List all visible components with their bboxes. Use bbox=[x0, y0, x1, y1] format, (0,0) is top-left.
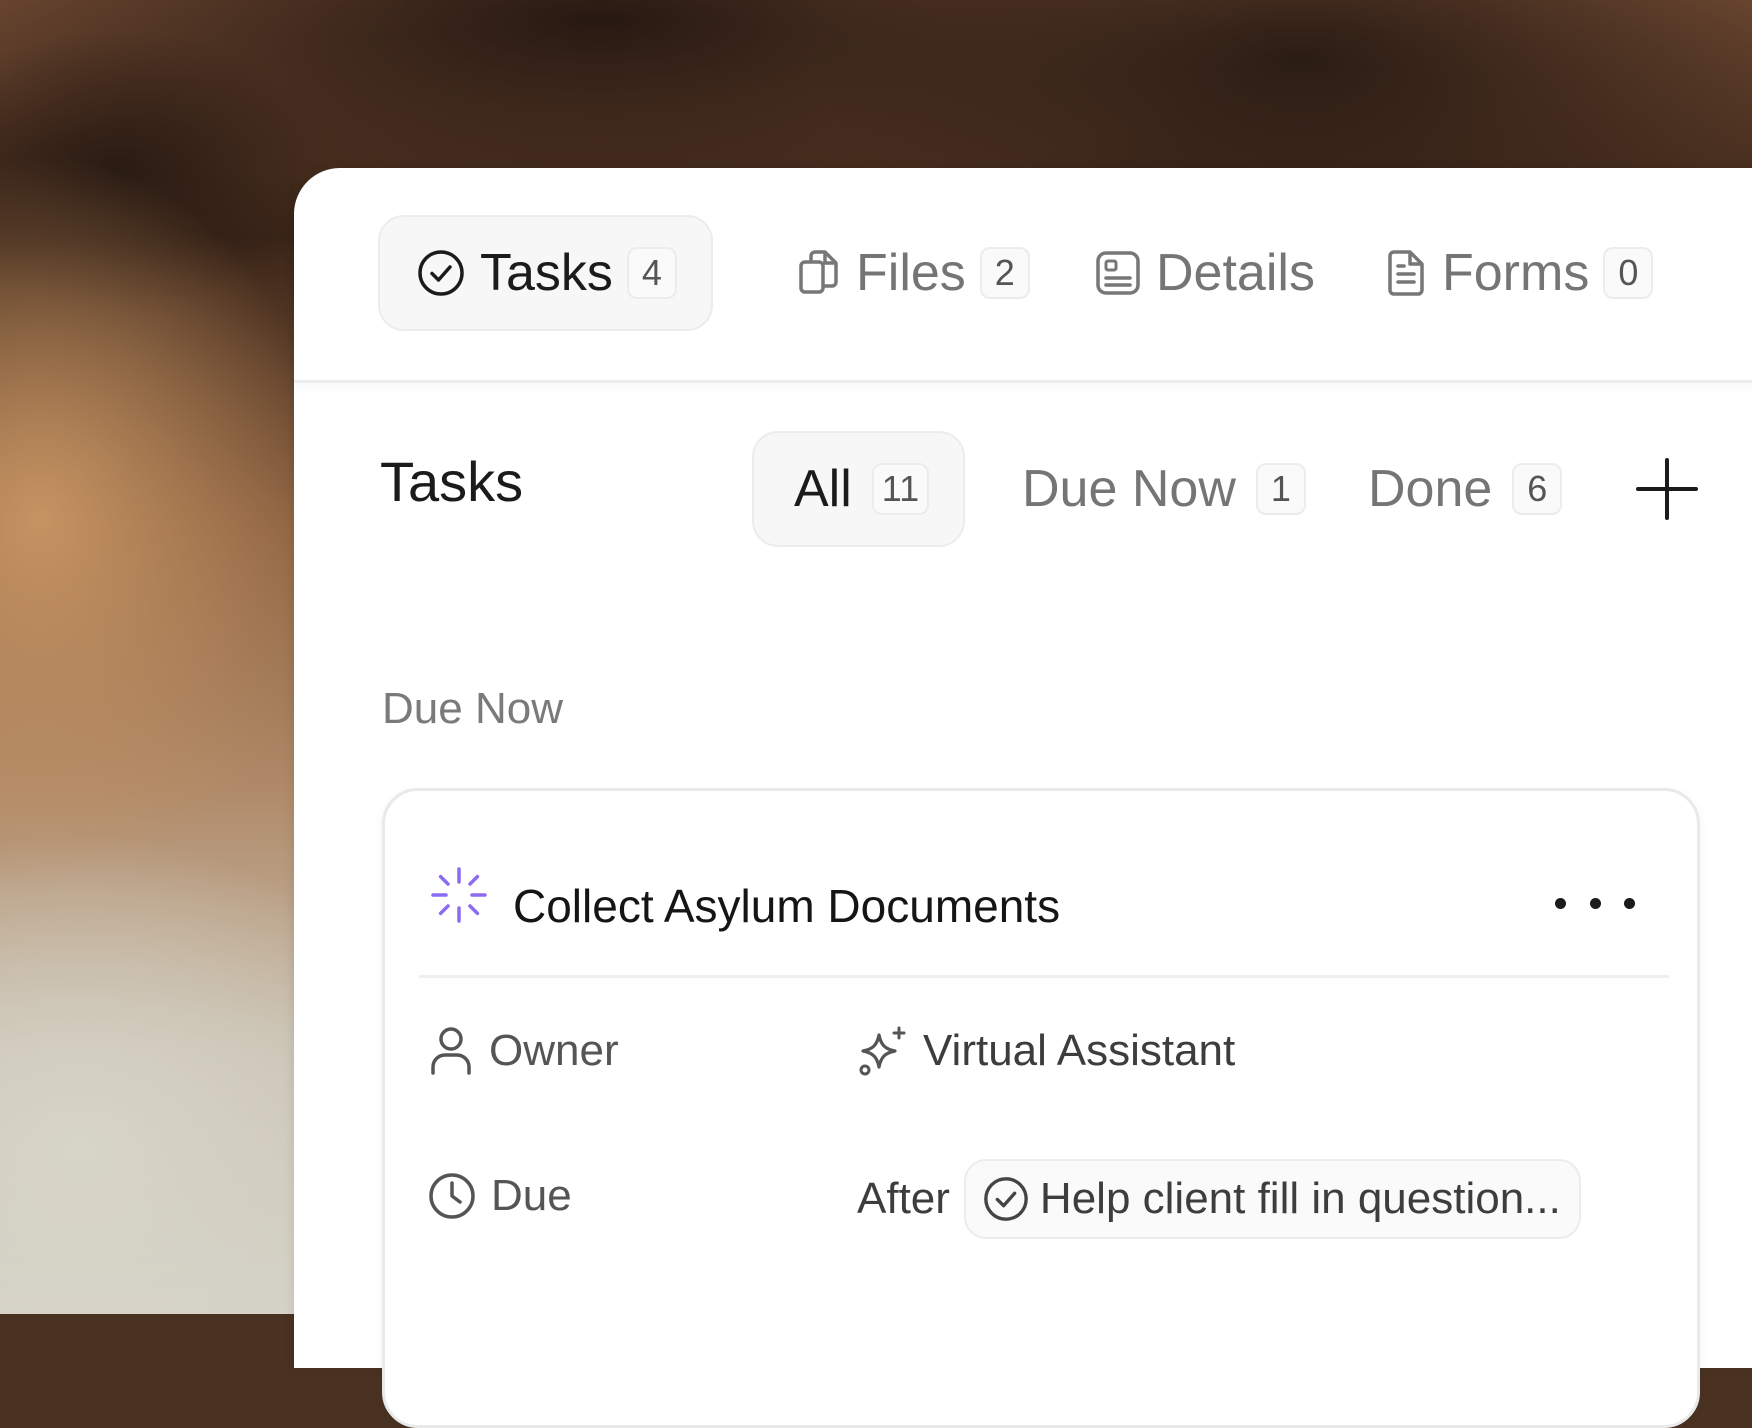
tab-details[interactable]: Details bbox=[1094, 215, 1315, 331]
dependency-task-name: Help client fill in question... bbox=[1039, 1174, 1561, 1223]
document-icon bbox=[1384, 248, 1428, 298]
filter-done[interactable]: Done 6 bbox=[1368, 431, 1563, 547]
owner-label: Owner bbox=[489, 1026, 619, 1075]
tasks-heading: Tasks bbox=[380, 450, 524, 513]
menu-dot bbox=[1624, 897, 1635, 909]
task-panel: Tasks 4 Files 2 Details Forms 0 Tasks Al bbox=[294, 168, 1752, 1428]
filter-all-count: 11 bbox=[871, 463, 930, 515]
user-icon bbox=[427, 1025, 475, 1077]
filter-due-now[interactable]: Due Now 1 bbox=[1022, 431, 1306, 547]
due-label-row: Due bbox=[427, 1171, 572, 1221]
sparkles-icon bbox=[857, 1025, 909, 1077]
tab-tasks[interactable]: Tasks 4 bbox=[378, 215, 713, 331]
tab-forms-count: 0 bbox=[1603, 247, 1654, 299]
card-divider bbox=[419, 975, 1669, 978]
tab-tasks-label: Tasks bbox=[480, 244, 613, 302]
tab-details-label: Details bbox=[1156, 244, 1315, 302]
filter-due-now-label: Due Now bbox=[1022, 460, 1236, 518]
filter-done-label: Done bbox=[1368, 460, 1493, 518]
tab-forms[interactable]: Forms 0 bbox=[1384, 215, 1654, 331]
section-due-now: Due Now bbox=[382, 684, 563, 733]
owner-label-row: Owner bbox=[427, 1025, 619, 1077]
clock-icon bbox=[427, 1171, 477, 1221]
due-label: Due bbox=[491, 1171, 572, 1220]
plus-icon bbox=[1636, 458, 1698, 520]
loading-spinner-icon bbox=[429, 865, 489, 925]
add-task-button[interactable] bbox=[1636, 458, 1698, 525]
task-title[interactable]: Collect Asylum Documents bbox=[513, 879, 1060, 933]
more-horizontal-icon[interactable] bbox=[1555, 883, 1635, 923]
task-card[interactable]: Collect Asylum Documents Owner Virtual A… bbox=[382, 788, 1700, 1428]
filter-all-label: All bbox=[794, 460, 852, 518]
filter-done-count: 6 bbox=[1512, 463, 1563, 515]
menu-dot bbox=[1555, 897, 1566, 909]
tab-tasks-count: 4 bbox=[626, 247, 677, 299]
due-prefix: After bbox=[857, 1174, 950, 1223]
details-icon bbox=[1094, 249, 1142, 297]
filter-due-now-count: 1 bbox=[1255, 463, 1306, 515]
filter-all[interactable]: All 11 bbox=[752, 431, 966, 547]
tab-files-label: Files bbox=[856, 244, 966, 302]
owner-name: Virtual Assistant bbox=[923, 1026, 1236, 1075]
check-circle-icon bbox=[982, 1175, 1030, 1223]
menu-dot bbox=[1589, 897, 1601, 909]
top-tab-bar: Tasks 4 Files 2 Details Forms 0 bbox=[294, 168, 1752, 383]
dependency-chip[interactable]: Help client fill in question... bbox=[963, 1159, 1581, 1239]
due-value: After Help client fill in question... bbox=[857, 1159, 1581, 1239]
tab-files-count: 2 bbox=[979, 247, 1030, 299]
check-circle-icon bbox=[416, 248, 466, 298]
owner-value[interactable]: Virtual Assistant bbox=[857, 1025, 1235, 1077]
files-icon bbox=[796, 248, 842, 298]
tab-forms-label: Forms bbox=[1442, 244, 1590, 302]
tab-files[interactable]: Files 2 bbox=[796, 215, 1030, 331]
